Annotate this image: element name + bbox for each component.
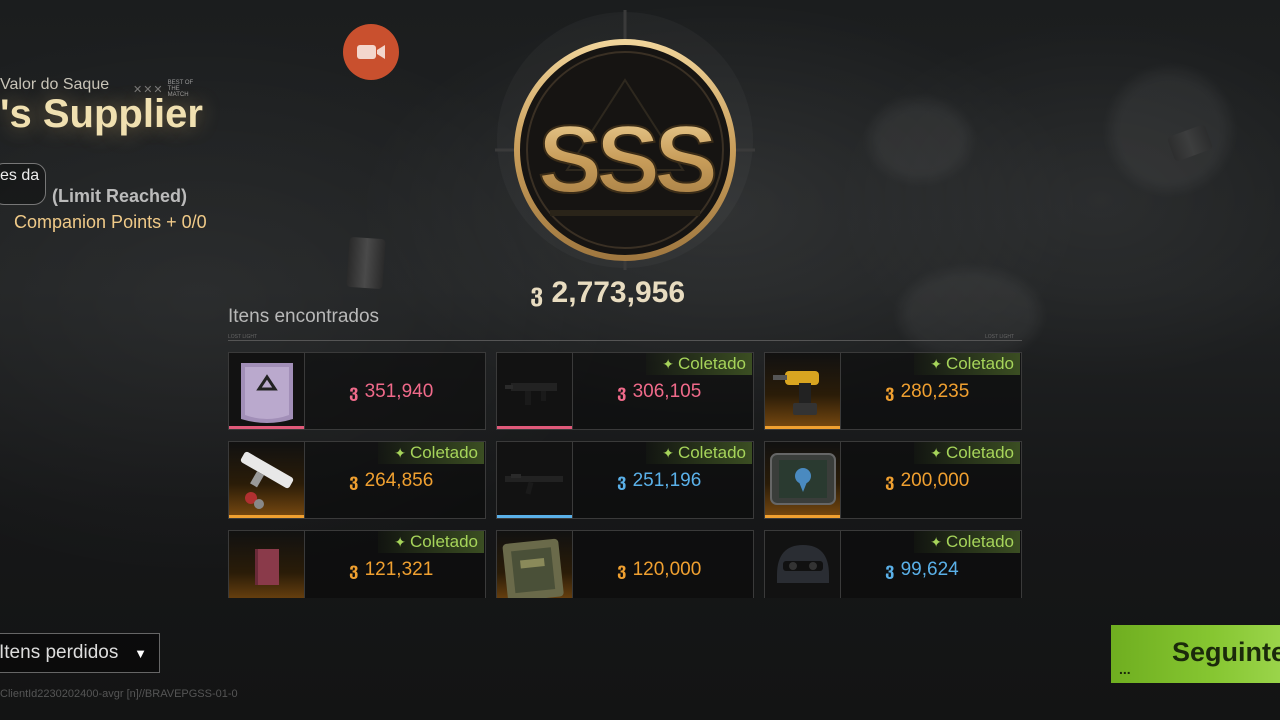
item-value-text: 200,000 xyxy=(900,470,970,491)
item-value-text: 121,321 xyxy=(364,559,434,580)
loot-item-card[interactable]: ✦ Coletado ვ 264,856 xyxy=(228,441,486,519)
sparkle-icon: ✦ xyxy=(930,444,942,461)
collected-label: Coletado xyxy=(945,354,1014,373)
currency-icon: ვ xyxy=(617,382,627,402)
total-loot-value: ვ 2,773,956 xyxy=(530,276,685,310)
dropdown-arrow-icon: ▼ xyxy=(134,645,147,661)
total-value-text: 2,773,956 xyxy=(551,276,686,309)
video-camera-icon xyxy=(357,45,385,59)
loot-item-card[interactable]: ✦ Coletado ვ 99,624 xyxy=(764,530,1022,598)
item-value: ვ 351,940 xyxy=(349,381,433,403)
collected-badge: ✦ Coletado xyxy=(914,353,1020,375)
record-button[interactable] xyxy=(343,24,399,80)
collected-label: Coletado xyxy=(945,532,1014,551)
loot-item-card[interactable]: ✦ Coletado ვ 200,000 xyxy=(764,441,1022,519)
collected-label: Coletado xyxy=(945,443,1014,462)
background-blur xyxy=(870,100,970,180)
sparkle-icon: ✦ xyxy=(930,533,942,550)
loot-item-card[interactable]: ვ 351,940 xyxy=(228,352,486,430)
armor-plate-icon xyxy=(229,353,305,429)
item-value-text: 351,940 xyxy=(364,381,434,402)
lost-items-label: Itens perdidos xyxy=(0,642,119,663)
rank-emblem: SSS xyxy=(495,10,755,270)
sparkle-icon: ✦ xyxy=(930,355,942,372)
power-drill-icon xyxy=(765,353,841,429)
build-info: ClientId2230202400-avgr [n]//BRAVEPGSS-0… xyxy=(0,688,238,700)
currency-icon: ვ xyxy=(885,471,895,491)
item-value-text: 251,196 xyxy=(632,470,702,491)
currency-icon: ვ xyxy=(885,560,895,580)
next-button-label: Seguinte xyxy=(1172,637,1280,667)
item-value-text: 264,856 xyxy=(364,470,434,491)
currency-icon: ვ xyxy=(349,560,359,580)
sparkle-icon: ✦ xyxy=(662,355,674,372)
item-value-text: 120,000 xyxy=(632,559,702,580)
found-items-grid: ვ 351,940 ✦ Coletado ვ 306,105 ✦ Coletado ვ 280,2… xyxy=(228,352,1024,598)
loot-item-card[interactable]: ✦ Coletado ვ 280,235 xyxy=(764,352,1022,430)
section-divider xyxy=(228,340,1022,341)
next-button[interactable]: Seguinte ... xyxy=(1111,625,1280,683)
assault-rifle-icon xyxy=(497,442,573,518)
rarity-bar xyxy=(765,515,840,518)
item-value: ვ 264,856 xyxy=(349,470,433,492)
item-value: ვ 306,105 xyxy=(617,381,701,403)
found-items-label: Itens encontrados xyxy=(228,306,380,327)
tactical-helmet-icon xyxy=(765,531,841,598)
item-value-text: 306,105 xyxy=(632,381,702,402)
item-value: ვ 120,000 xyxy=(617,559,701,581)
limit-reached-text: (Limit Reached) xyxy=(52,186,188,206)
sparkle-icon: ✦ xyxy=(394,533,406,550)
tablet-certificate-icon xyxy=(765,442,841,518)
rarity-bar xyxy=(497,426,572,429)
rarity-bar xyxy=(497,515,572,518)
rarity-bar xyxy=(229,426,304,429)
rank-grade: SSS xyxy=(538,106,715,213)
loot-item-card[interactable]: ✦ Coletado ვ 251,196 xyxy=(496,441,754,519)
smg-weapon-icon xyxy=(497,353,573,429)
collected-badge: ✦ Coletado xyxy=(646,442,752,464)
item-value-text: 99,624 xyxy=(900,559,959,580)
sparkle-icon: ✦ xyxy=(662,444,674,461)
collected-label: Coletado xyxy=(409,443,478,462)
collected-badge: ✦ Coletado xyxy=(378,531,484,553)
red-book-icon xyxy=(229,531,305,598)
currency-icon: ვ xyxy=(349,382,359,402)
rarity-bar xyxy=(229,515,304,518)
loot-item-card[interactable]: ვ 120,000 xyxy=(496,530,754,598)
military-case-icon xyxy=(497,531,573,598)
companion-points: Companion Points + 0/0 xyxy=(14,212,207,232)
background-blur xyxy=(1110,70,1230,190)
collected-badge: ✦ Coletado xyxy=(646,353,752,375)
chip-text: es da xyxy=(0,167,40,184)
bullet-shell xyxy=(346,236,386,290)
lost-items-dropdown[interactable]: Itens perdidos ▼ xyxy=(0,633,160,673)
currency-icon: ვ xyxy=(349,471,359,491)
collected-badge: ✦ Coletado xyxy=(914,442,1020,464)
item-value-text: 280,235 xyxy=(900,381,970,402)
ellipsis-icon: ... xyxy=(1119,661,1131,677)
white-rifle-icon xyxy=(229,442,305,518)
collected-badge: ✦ Coletado xyxy=(914,531,1020,553)
currency-icon: ვ xyxy=(885,382,895,402)
rarity-bar xyxy=(765,426,840,429)
item-value: ვ 200,000 xyxy=(885,470,969,492)
sparkle-icon: ✦ xyxy=(394,444,406,461)
chip-badge: es da xyxy=(0,163,46,205)
item-value: ვ 99,624 xyxy=(885,559,959,581)
currency-icon: ვ xyxy=(617,560,627,580)
loot-item-card[interactable]: ✦ Coletado ვ 121,321 xyxy=(228,530,486,598)
title-supplier: 's Supplier xyxy=(0,92,203,136)
currency-icon: ვ xyxy=(530,279,544,307)
collected-label: Coletado xyxy=(677,443,746,462)
collected-badge: ✦ Coletado xyxy=(378,442,484,464)
item-value: ვ 251,196 xyxy=(617,470,701,492)
background-blur xyxy=(900,270,1040,360)
collected-label: Coletado xyxy=(677,354,746,373)
currency-icon: ვ xyxy=(617,471,627,491)
item-value: ვ 121,321 xyxy=(349,559,433,581)
item-value: ვ 280,235 xyxy=(885,381,969,403)
loot-item-card[interactable]: ✦ Coletado ვ 306,105 xyxy=(496,352,754,430)
collected-label: Coletado xyxy=(409,532,478,551)
